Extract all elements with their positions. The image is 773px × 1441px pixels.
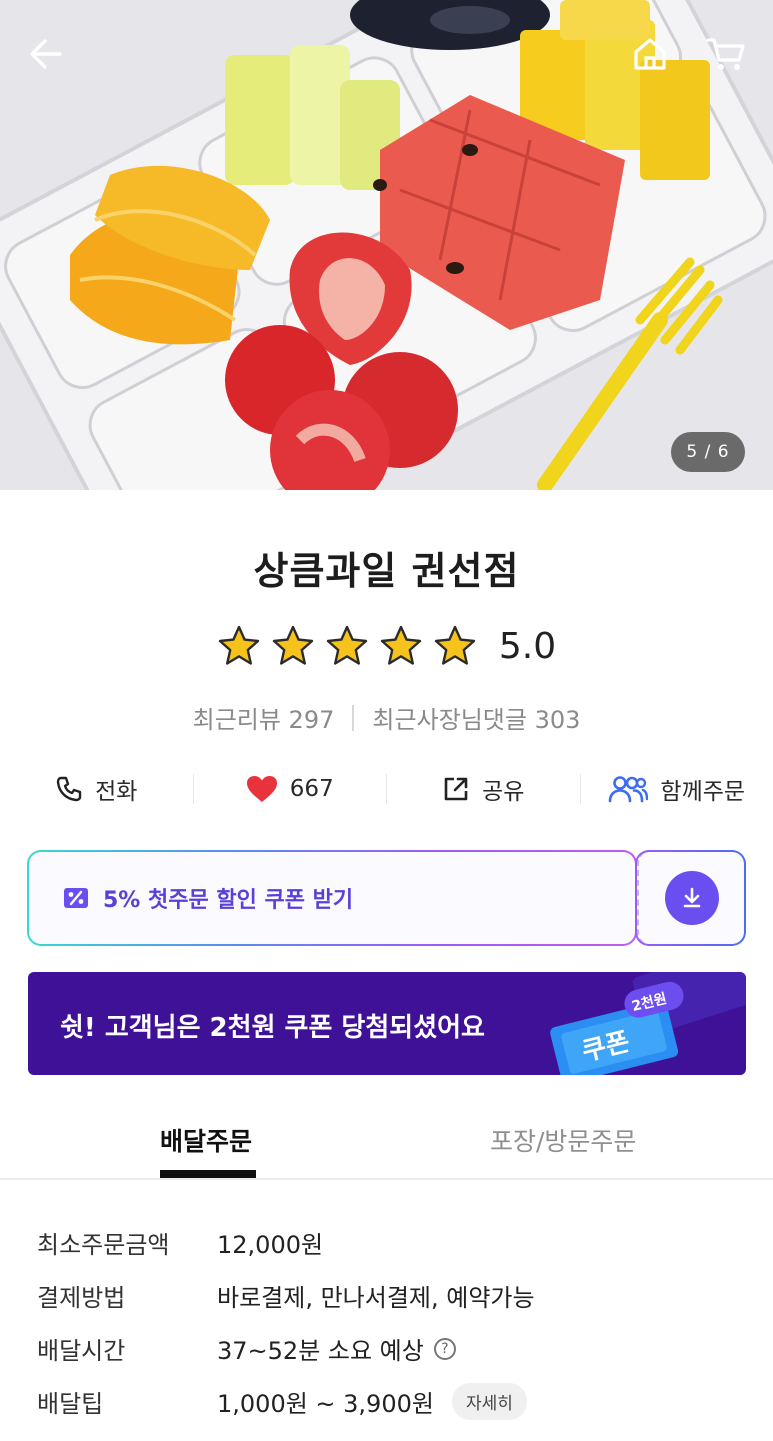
review-stats: 최근리뷰 297 최근사장님댓글 303 bbox=[0, 700, 773, 735]
tip-wrap: 1,000원 ~ 3,900원 자세히 bbox=[217, 1383, 527, 1420]
download-icon bbox=[683, 887, 700, 908]
order-type-tabs: 배달주문 포장/방문주문 bbox=[0, 1100, 773, 1180]
delivery-info: 최소주문금액 12,000원 결제방법 바로결제, 만나서결제, 예약가능 배달… bbox=[37, 1216, 737, 1428]
info-row-tip: 배달팁 1,000원 ~ 3,900원 자세히 bbox=[37, 1375, 737, 1428]
delivery-time-label: 배달시간 bbox=[37, 1337, 126, 1365]
star-icon bbox=[326, 625, 368, 665]
star-icon bbox=[434, 625, 476, 665]
delivery-time-wrap: 37~52분 소요 예상 ? bbox=[217, 1331, 456, 1366]
coupon-body[interactable]: 5% 첫주문 할인 쿠폰 받기 bbox=[27, 850, 637, 946]
star-icon bbox=[218, 625, 260, 665]
cart-icon bbox=[706, 38, 745, 70]
heart-icon bbox=[246, 776, 277, 802]
group-users-icon bbox=[609, 776, 649, 803]
home-icon bbox=[634, 38, 666, 70]
delivery-time-value: 37~52분 소요 예상 bbox=[217, 1337, 424, 1365]
star-icon bbox=[380, 625, 422, 665]
star-icon bbox=[272, 625, 314, 665]
arrow-left-icon bbox=[30, 39, 62, 69]
download-button[interactable] bbox=[664, 871, 719, 925]
group-order-label: 함께주문 bbox=[660, 779, 746, 805]
info-row-min-order: 최소주문금액 12,000원 bbox=[37, 1216, 737, 1269]
min-order-value: 12,000원 bbox=[217, 1231, 324, 1259]
rating-stars bbox=[217, 624, 477, 668]
info-row-payment: 결제방법 바로결제, 만나서결제, 예약가능 bbox=[37, 1269, 737, 1322]
like-count: 667 bbox=[289, 776, 334, 802]
tip-label: 배달팁 bbox=[37, 1390, 104, 1418]
share-button[interactable]: 공유 bbox=[387, 772, 580, 806]
home-button[interactable] bbox=[626, 30, 674, 78]
share-icon bbox=[444, 777, 468, 801]
back-button[interactable] bbox=[22, 30, 70, 78]
cart-button[interactable] bbox=[702, 30, 750, 78]
call-label: 전화 bbox=[95, 779, 138, 805]
hero-image[interactable]: 5 / 6 bbox=[0, 0, 773, 490]
call-button[interactable]: 전화 bbox=[0, 772, 193, 806]
tip-detail-button[interactable]: 자세히 bbox=[451, 1383, 527, 1420]
min-order-label: 최소주문금액 bbox=[37, 1231, 170, 1259]
recent-reviews-link[interactable]: 최근리뷰 297 bbox=[193, 700, 335, 735]
owner-replies-link[interactable]: 최근사장님댓글 303 bbox=[372, 700, 580, 735]
phone-icon bbox=[56, 776, 82, 802]
coupon-text: 5% 첫주문 할인 쿠폰 받기 bbox=[103, 888, 354, 913]
info-row-delivery-time: 배달시간 37~52분 소요 예상 ? bbox=[37, 1322, 737, 1375]
like-button[interactable]: 667 bbox=[194, 775, 387, 803]
tab-delivery[interactable]: 배달주문 bbox=[160, 1122, 252, 1158]
divider bbox=[352, 704, 355, 731]
tab-pickup[interactable]: 포장/방문주문 bbox=[490, 1122, 636, 1158]
tip-value: 1,000원 ~ 3,900원 bbox=[217, 1390, 434, 1418]
active-tab-indicator bbox=[160, 1170, 256, 1178]
rating-row: 5.0 bbox=[0, 624, 773, 668]
rating-value: 5.0 bbox=[498, 625, 557, 667]
coupon-download[interactable] bbox=[635, 850, 746, 946]
store-actions: 전화 667 공유 함께주문 bbox=[0, 765, 773, 813]
promo-banner[interactable]: 쿠폰 2천원 쉿! 고객님은 2천원 쿠폰 당첨되셨어요 bbox=[28, 972, 746, 1075]
store-name: 상큼과일 권선점 bbox=[253, 549, 520, 593]
image-counter: 5 / 6 bbox=[671, 432, 745, 472]
promo-text: 쉿! 고객님은 2천원 쿠폰 당첨되셨어요 bbox=[60, 1013, 485, 1043]
payment-label: 결제방법 bbox=[37, 1284, 126, 1312]
group-order-button[interactable]: 함께주문 bbox=[581, 772, 773, 806]
first-order-coupon[interactable]: 5% 첫주문 할인 쿠폰 받기 bbox=[27, 850, 746, 946]
help-icon[interactable]: ? bbox=[433, 1337, 456, 1360]
share-label: 공유 bbox=[482, 779, 525, 805]
payment-value: 바로결제, 만나서결제, 예약가능 bbox=[217, 1284, 535, 1312]
coupon-percent-icon bbox=[64, 888, 88, 908]
